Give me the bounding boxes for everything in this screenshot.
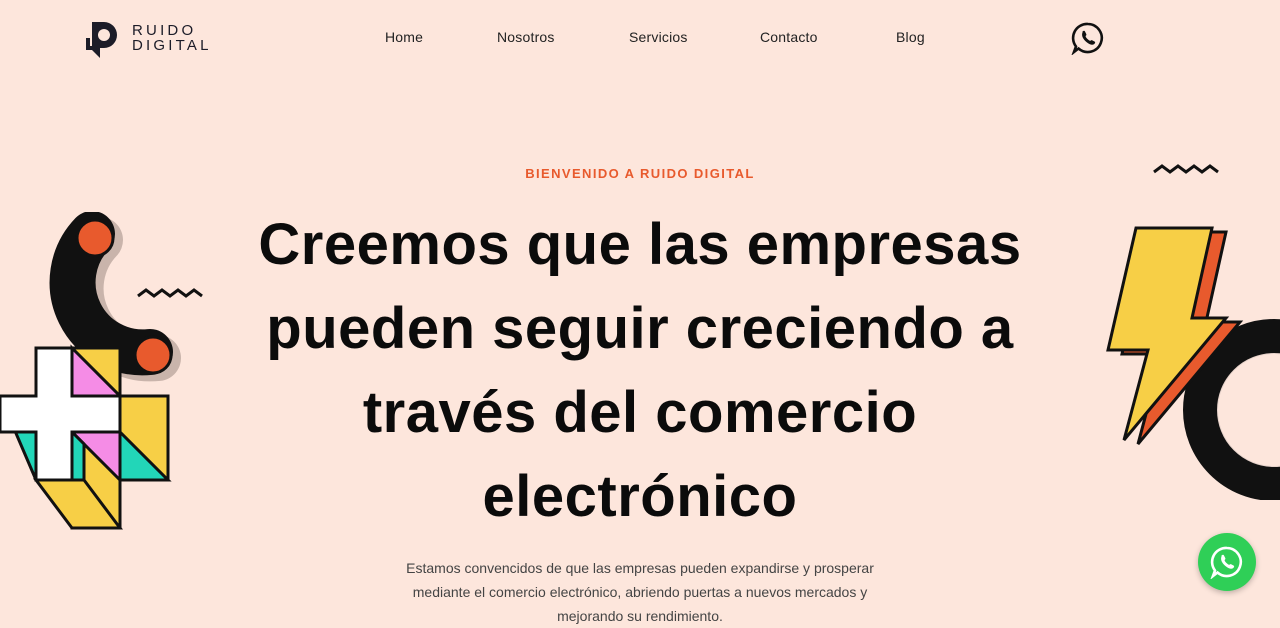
- right-decoration: [1106, 164, 1280, 500]
- whatsapp-float-button[interactable]: [1198, 533, 1256, 591]
- whatsapp-icon: [1210, 546, 1243, 579]
- nav-contacto[interactable]: Contacto: [760, 29, 818, 45]
- hero-lead: Estamos convencidos de que las empresas …: [406, 560, 874, 624]
- left-decoration: [0, 212, 203, 530]
- nav-blog[interactable]: Blog: [896, 29, 925, 45]
- nav-servicios[interactable]: Servicios: [629, 29, 688, 45]
- hero-headline: Creemos que las empresas pueden seguir c…: [258, 212, 1022, 529]
- nav-home[interactable]: Home: [385, 29, 423, 45]
- hero-kicker: BIENVENIDO A RUIDO DIGITAL: [525, 166, 755, 181]
- nav-nosotros[interactable]: Nosotros: [497, 29, 555, 45]
- whatsapp-icon[interactable]: [1071, 21, 1105, 55]
